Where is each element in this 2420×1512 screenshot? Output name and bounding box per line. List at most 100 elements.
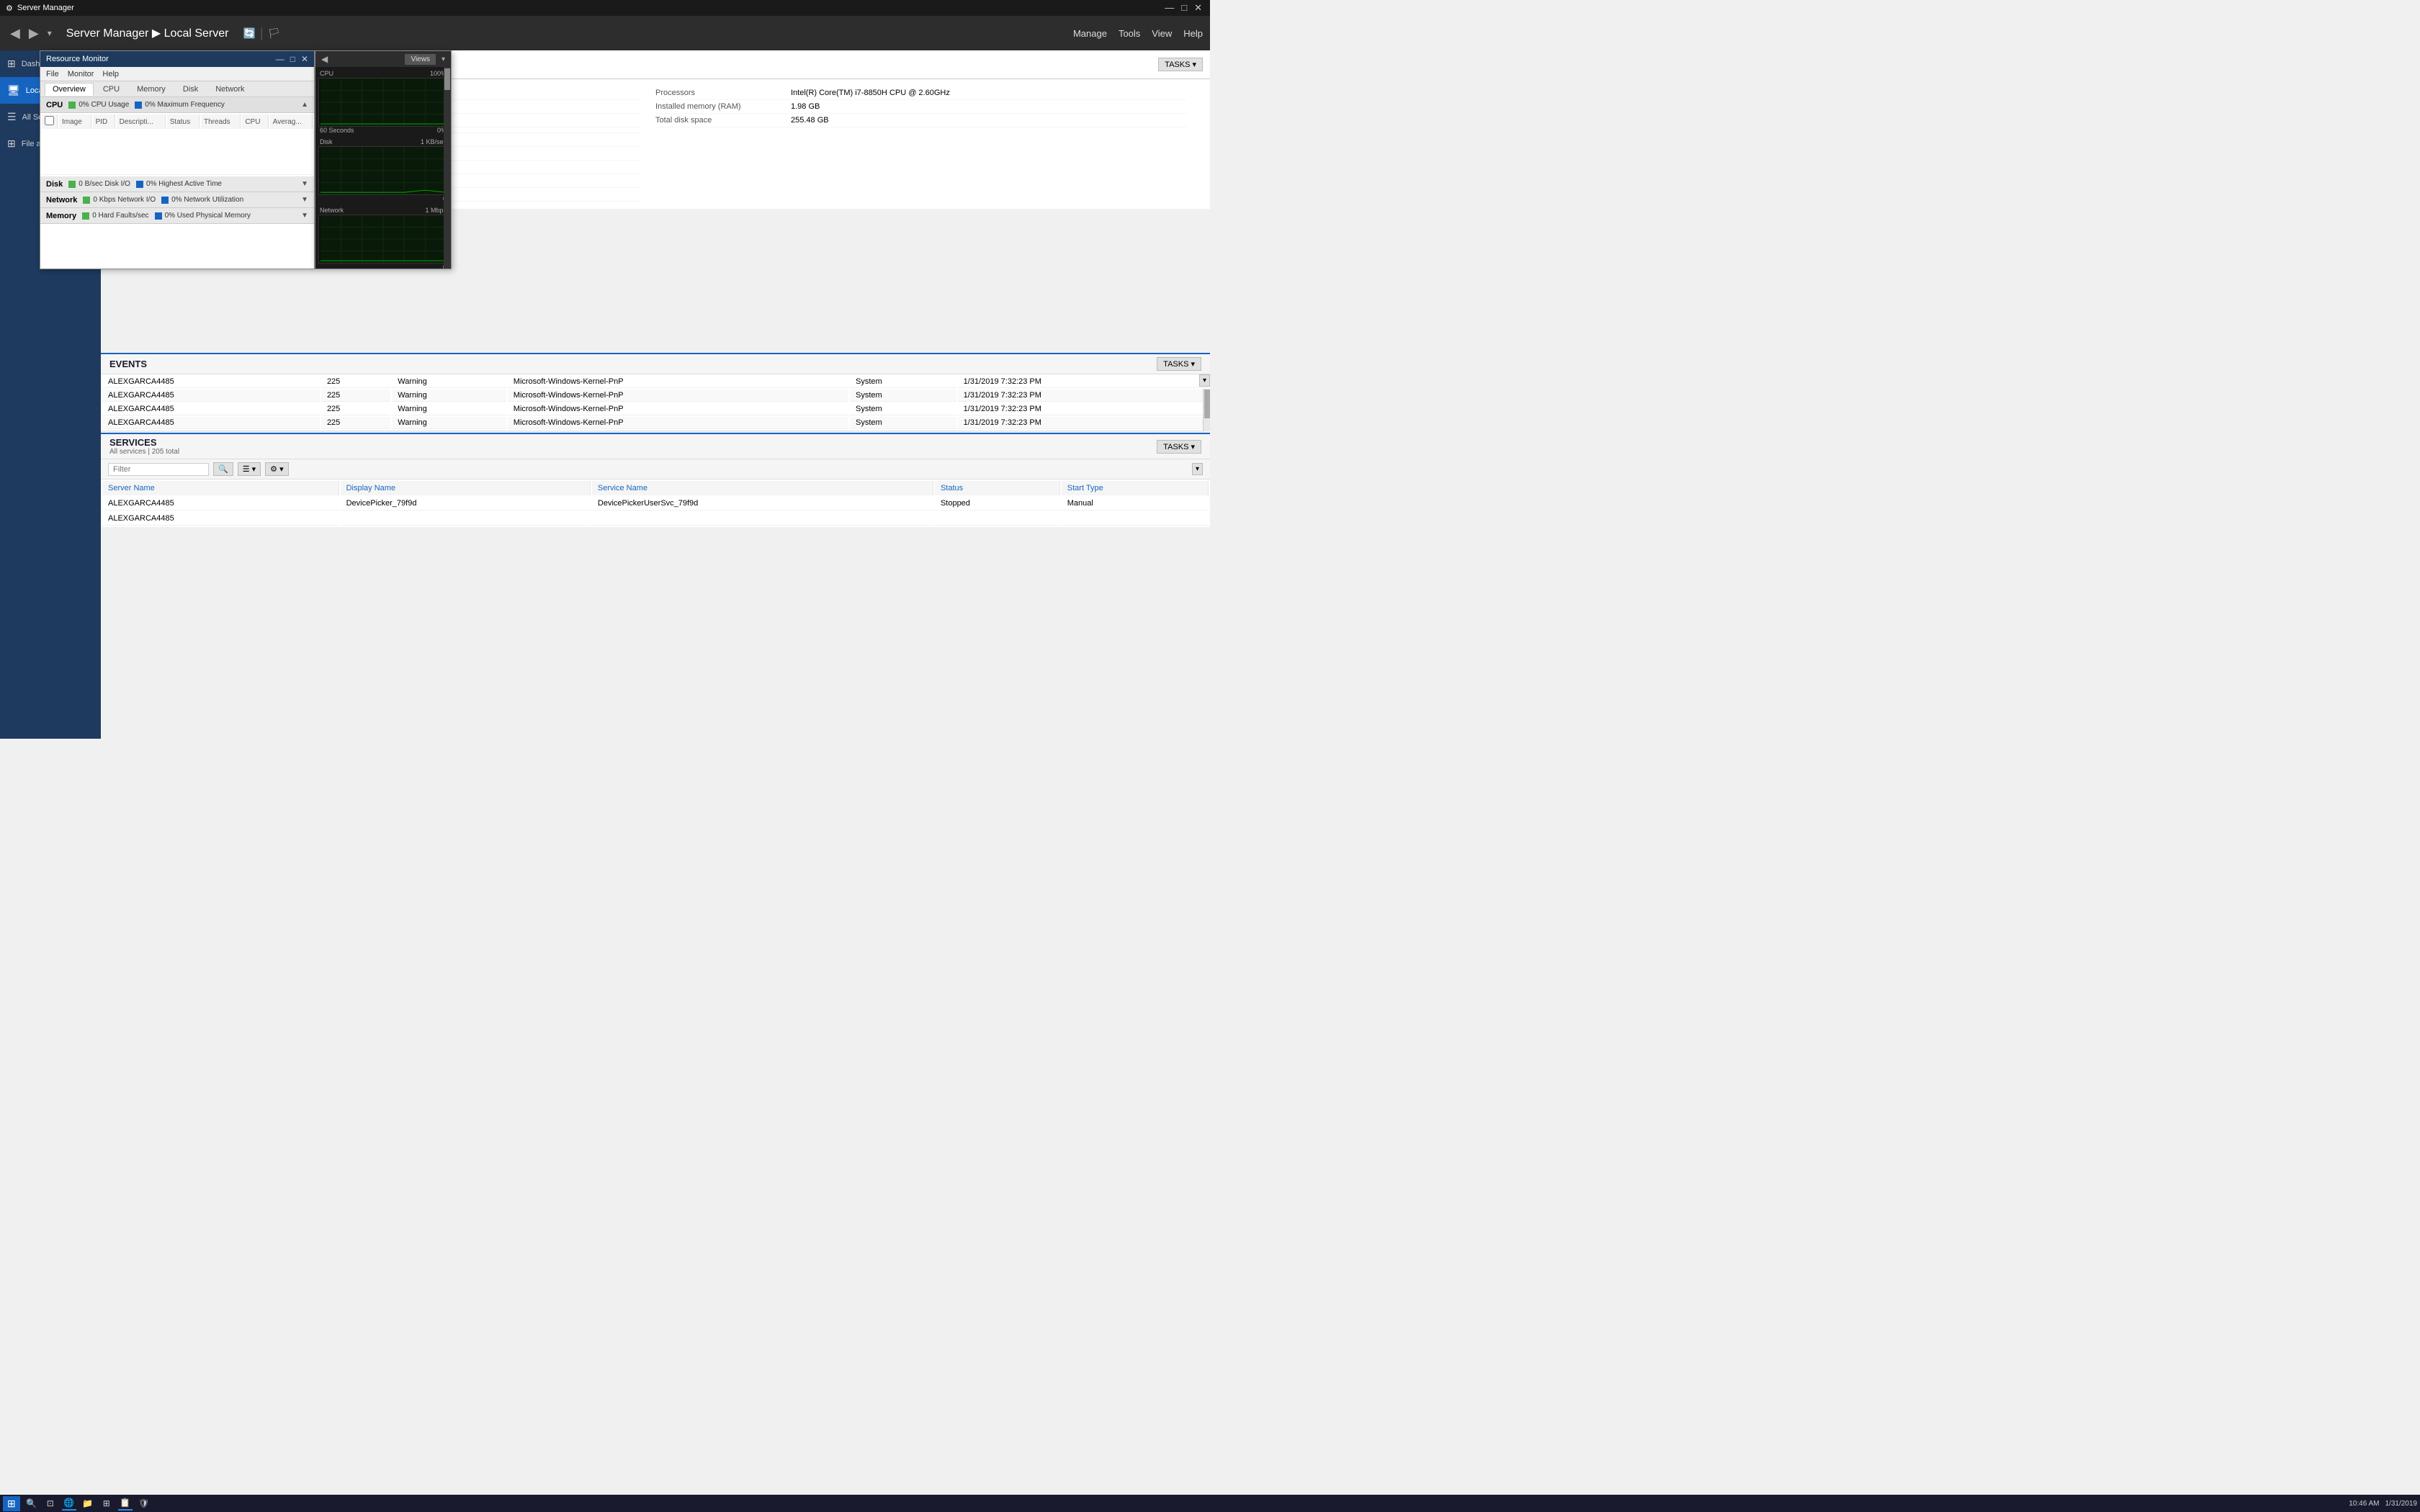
refresh-icon[interactable]: 🔄 xyxy=(243,27,255,40)
disk-collapse-arrow[interactable]: ▼ xyxy=(301,180,308,188)
service-display xyxy=(341,512,591,526)
events-scrollbar[interactable] xyxy=(1203,389,1210,431)
cpu-chart-section: CPU 100% 60 Seconds 0% xyxy=(315,67,451,135)
rm-network-collapsible[interactable]: Network 0 Kbps Network I/O 0% Network Ut… xyxy=(40,192,314,208)
table-row[interactable]: ALEXGARCA4485 DevicePicker_79f9d DeviceP… xyxy=(102,497,1209,510)
maximize-button[interactable]: □ xyxy=(1179,2,1189,14)
col-checkbox[interactable] xyxy=(42,114,58,129)
back-button[interactable]: ◀ xyxy=(7,23,23,44)
rm-tab-overview[interactable]: Overview xyxy=(45,83,94,96)
disk-chart-label: Disk 1 KB/sec xyxy=(318,137,448,146)
rm-memory-collapsible[interactable]: Memory 0 Hard Faults/sec 0% Used Physica… xyxy=(40,208,314,224)
taskbar-time: 10:46 AM xyxy=(2349,1500,2379,1508)
views-button[interactable]: Views xyxy=(405,54,436,65)
rm-disk-collapsible[interactable]: Disk 0 B/sec Disk I/O 0% Highest Active … xyxy=(40,176,314,192)
rm-close-button[interactable]: ✕ xyxy=(301,54,308,64)
col-status[interactable]: Status xyxy=(935,481,1060,495)
manage-button[interactable]: Manage xyxy=(1073,28,1107,39)
col-status[interactable]: Status xyxy=(167,114,200,129)
col-display-name[interactable]: Display Name xyxy=(341,481,591,495)
col-threads[interactable]: Threads xyxy=(201,114,241,129)
taskbar-edge-icon[interactable]: 🌐 xyxy=(62,1496,76,1511)
col-description[interactable]: Descripti... xyxy=(117,114,166,129)
taskbar-search-icon[interactable]: 🔍 xyxy=(24,1496,39,1511)
tools-button[interactable]: Tools xyxy=(1119,28,1140,39)
rm-menu-monitor[interactable]: Monitor xyxy=(68,70,94,78)
taskbar-task-view-icon[interactable]: ⊡ xyxy=(43,1496,58,1511)
rm-tab-cpu[interactable]: CPU xyxy=(95,83,127,96)
cpu-time-label: 60 Seconds xyxy=(320,127,354,134)
taskbar: ⊞ 🔍 ⊡ 🌐 📁 ⊞ 📋 🛡 10:46 AM 1/31/2019 xyxy=(0,1495,2420,1512)
memory-metric2-label: 0% Used Physical Memory xyxy=(165,212,251,220)
rm-menu-help[interactable]: Help xyxy=(102,70,119,78)
title-bar-controls[interactable]: — □ ✕ xyxy=(1162,2,1204,14)
rm-cpu-table-header: Image PID Descripti... Status Threads CP… xyxy=(42,114,313,129)
taskbar-server-manager-icon[interactable]: 📋 xyxy=(118,1496,133,1511)
network-collapse-arrow[interactable]: ▼ xyxy=(301,196,308,204)
taskbar-explorer-icon[interactable]: 📁 xyxy=(81,1496,95,1511)
flag-icon[interactable]: 🏳 xyxy=(268,27,281,40)
help-button[interactable]: Help xyxy=(1183,28,1203,39)
memory-collapse-arrow[interactable]: ▼ xyxy=(301,212,308,220)
close-button[interactable]: ✕ xyxy=(1192,2,1204,14)
events-scrollbar-thumb[interactable] xyxy=(1204,390,1210,418)
event-severity: Warning xyxy=(392,390,506,402)
cpu-metric1-dot xyxy=(68,102,76,109)
charts-scrollbar-thumb[interactable] xyxy=(444,68,450,90)
table-row[interactable]: ALEXGARCA4485 xyxy=(102,512,1209,526)
rm-titlebar-controls[interactable]: — □ ✕ xyxy=(276,54,308,64)
rm-tab-network[interactable]: Network xyxy=(207,83,252,96)
properties-tasks-button[interactable]: TASKS ▾ xyxy=(1158,58,1203,71)
forward-button[interactable]: ▶ xyxy=(26,23,42,44)
services-table-header: Server Name Display Name Service Name St… xyxy=(102,481,1209,495)
cpu-chart-title: CPU xyxy=(320,70,333,77)
col-start-type[interactable]: Start Type xyxy=(1062,481,1209,495)
rm-tab-disk[interactable]: Disk xyxy=(175,83,206,96)
select-all-checkbox[interactable] xyxy=(45,116,54,125)
disk-chart-section: Disk 1 KB/sec 0 xyxy=(315,135,451,204)
rm-maximize-button[interactable]: □ xyxy=(290,54,295,64)
cpu-expand-arrow[interactable]: ▲ xyxy=(301,101,308,109)
view-button[interactable]: View xyxy=(1152,28,1172,39)
col-server-name[interactable]: Server Name xyxy=(102,481,339,495)
taskbar-shield-icon[interactable]: 🛡 xyxy=(137,1496,151,1511)
col-pid[interactable]: PID xyxy=(93,114,115,129)
rm-memory-left: Memory 0 Hard Faults/sec 0% Used Physica… xyxy=(46,212,251,220)
rm-network-left: Network 0 Kbps Network I/O 0% Network Ut… xyxy=(46,196,243,204)
rm-menu-file[interactable]: File xyxy=(46,70,59,78)
nav-dropdown-button[interactable]: ▾ xyxy=(45,25,55,41)
filter-input[interactable] xyxy=(108,463,209,476)
table-row: ALEXGARCA4485 225 Warning Microsoft-Wind… xyxy=(102,417,1209,429)
col-service-name[interactable]: Service Name xyxy=(592,481,933,495)
services-tasks-button[interactable]: TASKS ▾ xyxy=(1157,440,1201,454)
event-id: 225 xyxy=(321,417,390,429)
views-dropdown[interactable]: ▾ xyxy=(442,55,445,63)
disk-metric2-label: 0% Highest Active Time xyxy=(146,180,222,188)
events-expand-button[interactable]: ▾ xyxy=(1199,374,1210,387)
rm-tab-memory[interactable]: Memory xyxy=(129,83,174,96)
col-cpu[interactable]: CPU xyxy=(242,114,268,129)
filter-options-button[interactable]: ⚙ ▾ xyxy=(265,462,288,476)
cpu-chart-canvas xyxy=(318,78,448,127)
charts-nav-left[interactable]: ◀ xyxy=(321,54,328,64)
filter-list-button[interactable]: ☰ ▾ xyxy=(238,462,261,476)
services-expand-button[interactable]: ▾ xyxy=(1192,463,1203,475)
start-button[interactable]: ⊞ xyxy=(3,1496,20,1511)
prop-processors: Processors Intel(R) Core(TM) i7-8850H CP… xyxy=(655,86,1187,100)
charts-scrollbar[interactable] xyxy=(444,67,451,269)
app-icon: ⚙ xyxy=(6,4,13,13)
col-image[interactable]: Image xyxy=(59,114,91,129)
dashboard-icon: ⊞ xyxy=(7,58,16,70)
filter-search-button[interactable]: 🔍 xyxy=(213,462,233,476)
title-bar-title: Server Manager xyxy=(17,4,74,12)
events-tasks-button[interactable]: TASKS ▾ xyxy=(1157,357,1201,371)
taskbar-store-icon[interactable]: ⊞ xyxy=(99,1496,114,1511)
col-average[interactable]: Averag... xyxy=(270,114,313,129)
rm-cpu-header[interactable]: CPU 0% CPU Usage 0% Maximum Frequency ▲ xyxy=(40,97,314,113)
events-section-title: EVENTS xyxy=(109,359,147,369)
disk-metric1-label: 0 B/sec Disk I/O xyxy=(79,180,130,188)
cpu-chart-label: CPU 100% xyxy=(318,68,448,78)
rm-cpu-metric2: 0% Maximum Frequency xyxy=(135,101,225,109)
minimize-button[interactable]: — xyxy=(1162,2,1176,14)
rm-minimize-button[interactable]: — xyxy=(276,54,284,64)
